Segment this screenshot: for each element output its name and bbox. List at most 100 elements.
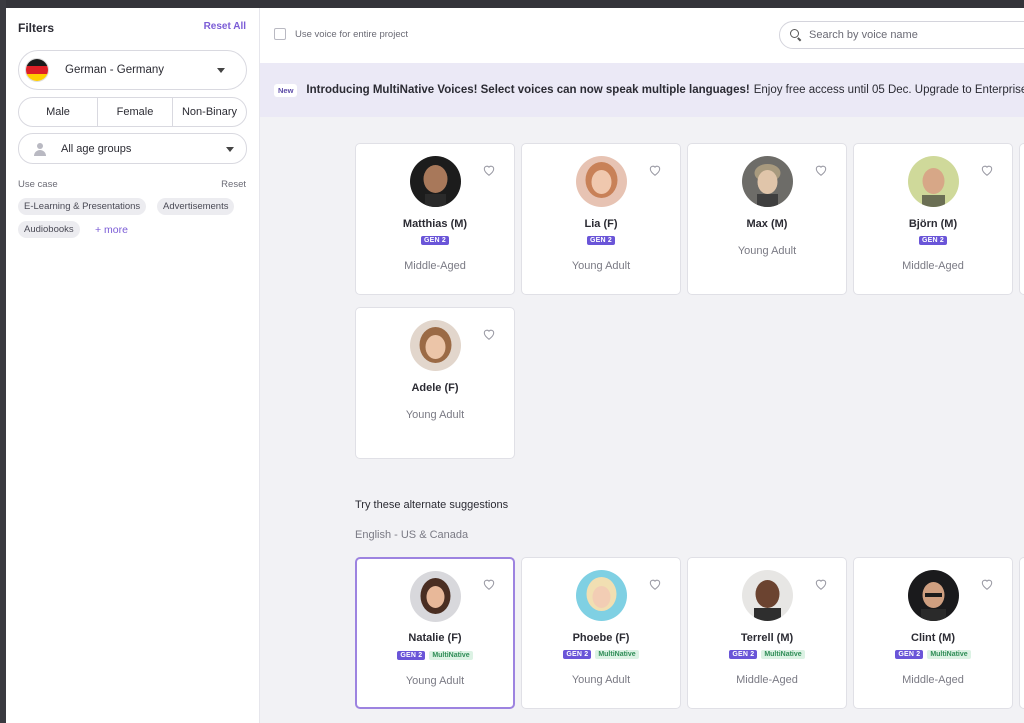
- age-group-label: All age groups: [61, 142, 132, 155]
- voice-card[interactable]: Adele (F) Young Adult: [355, 307, 515, 459]
- heart-icon[interactable]: [814, 163, 828, 177]
- gen2-badge: GEN 2: [918, 236, 947, 245]
- voice-card-partial[interactable]: [1019, 143, 1024, 295]
- gen2-badge: GEN 2: [397, 651, 426, 660]
- gen2-badge: GEN 2: [420, 236, 449, 245]
- voice-name: Phoebe (F): [572, 632, 630, 644]
- voice-badges: GEN 2: [522, 236, 680, 245]
- entire-project-checkbox[interactable]: [274, 28, 286, 40]
- voice-badges: GEN 2 MultiNative: [357, 651, 513, 660]
- voice-age: Young Adult: [405, 409, 465, 421]
- heart-icon[interactable]: [814, 577, 828, 591]
- avatar: [410, 320, 461, 371]
- use-case-chip[interactable]: Audiobooks: [18, 221, 80, 238]
- top-bar: Use voice for entire project: [260, 8, 1024, 63]
- avatar: [410, 571, 461, 622]
- heart-icon[interactable]: [980, 577, 994, 591]
- voice-age: Young Adult: [571, 260, 631, 272]
- voice-name: Matthias (M): [402, 218, 468, 230]
- voice-name: Max (M): [746, 218, 788, 230]
- avatar: [742, 570, 793, 621]
- language-label: German - Germany: [65, 64, 165, 76]
- banner-body: Enjoy free access until 05 Dec. Upgrade …: [753, 84, 1024, 96]
- voice-card[interactable]: Max (M) Young Adult: [687, 143, 847, 295]
- more-use-cases-link[interactable]: + more: [95, 224, 128, 236]
- voice-search-box[interactable]: [779, 21, 1024, 49]
- suggestion-card[interactable]: Natalie (F) GEN 2 MultiNative Young Adul…: [355, 557, 515, 709]
- voice-card[interactable]: Björn (M) GEN 2 Middle-Aged: [853, 143, 1013, 295]
- avatar: [908, 156, 959, 207]
- suggestions-language: English - US & Canada: [355, 529, 469, 541]
- heart-icon[interactable]: [482, 577, 496, 591]
- use-case-reset-button[interactable]: Reset: [221, 179, 246, 190]
- voice-age: Young Adult: [737, 245, 797, 257]
- heart-icon[interactable]: [482, 163, 496, 177]
- voice-name: Björn (M): [908, 218, 958, 230]
- voice-name: Lia (F): [584, 218, 618, 230]
- banner-headline: Introducing MultiNative Voices! Select v…: [306, 84, 750, 96]
- voice-name: Terrell (M): [740, 632, 794, 644]
- search-icon: [790, 29, 802, 41]
- gender-non-binary-button[interactable]: Non-Binary: [173, 98, 246, 126]
- reset-all-button[interactable]: Reset All: [204, 21, 246, 32]
- avatar: [410, 156, 461, 207]
- voice-card[interactable]: Matthias (M) GEN 2 Middle-Aged: [355, 143, 515, 295]
- gender-segmented-control: Male Female Non-Binary: [18, 97, 247, 127]
- entire-project-label: Use voice for entire project: [295, 29, 408, 40]
- voice-badges: GEN 2 MultiNative: [854, 650, 1012, 659]
- voice-age: Young Adult: [405, 675, 465, 687]
- voice-badges: GEN 2 MultiNative: [522, 650, 680, 659]
- caret-down-icon: [226, 147, 234, 152]
- heart-icon[interactable]: [648, 577, 662, 591]
- voice-age: Middle-Aged: [736, 674, 798, 686]
- suggestion-card[interactable]: Terrell (M) GEN 2 MultiNative Middle-Age…: [687, 557, 847, 709]
- window-top-strip: [0, 0, 1024, 8]
- voice-picker-app: Filters Reset All German - Germany Male …: [6, 8, 1024, 723]
- voice-age: Middle-Aged: [902, 674, 964, 686]
- heart-icon[interactable]: [980, 163, 994, 177]
- multinative-badge: MultiNative: [761, 650, 805, 659]
- suggestion-card[interactable]: Phoebe (F) GEN 2 MultiNative Young Adult: [521, 557, 681, 709]
- person-icon: [33, 142, 47, 156]
- multinative-badge: MultiNative: [927, 650, 971, 659]
- voice-search-input[interactable]: [809, 29, 1009, 41]
- main-panel: Use voice for entire project New Introdu…: [260, 8, 1024, 723]
- multinative-badge: MultiNative: [595, 650, 639, 659]
- suggestions-title: Try these alternate suggestions: [355, 499, 509, 511]
- use-case-label: Use case: [18, 179, 58, 190]
- use-case-chip[interactable]: Advertisements: [157, 198, 235, 215]
- use-case-chip[interactable]: E-Learning & Presentations: [18, 198, 147, 215]
- filters-title: Filters: [18, 21, 55, 35]
- gen2-badge: GEN 2: [586, 236, 615, 245]
- suggestion-card-partial[interactable]: [1019, 557, 1024, 709]
- voice-card[interactable]: Lia (F) GEN 2 Young Adult: [521, 143, 681, 295]
- voice-name: Adele (F): [411, 382, 459, 394]
- heart-icon[interactable]: [482, 327, 496, 341]
- gen2-badge: GEN 2: [563, 650, 592, 659]
- suggestion-card[interactable]: Clint (M) GEN 2 MultiNative Middle-Aged: [853, 557, 1013, 709]
- filters-sidebar: Filters Reset All German - Germany Male …: [6, 8, 260, 723]
- gender-male-button[interactable]: Male: [19, 98, 98, 126]
- avatar: [742, 156, 793, 207]
- voice-name: Natalie (F): [408, 632, 462, 644]
- gen2-badge: GEN 2: [895, 650, 924, 659]
- avatar: [908, 570, 959, 621]
- announcement-banner: New Introducing MultiNative Voices! Sele…: [260, 63, 1024, 117]
- voice-badges: GEN 2: [356, 236, 514, 245]
- age-group-select[interactable]: All age groups: [18, 133, 247, 164]
- germany-flag-icon: [25, 58, 49, 82]
- gender-female-button[interactable]: Female: [98, 98, 173, 126]
- caret-down-icon: [217, 68, 225, 73]
- heart-icon[interactable]: [648, 163, 662, 177]
- voice-badges: GEN 2: [854, 236, 1012, 245]
- voice-badges: GEN 2 MultiNative: [688, 650, 846, 659]
- voice-age: Middle-Aged: [404, 260, 466, 272]
- voice-age: Young Adult: [571, 674, 631, 686]
- avatar: [576, 570, 627, 621]
- voice-name: Clint (M): [911, 632, 955, 644]
- multinative-badge: MultiNative: [429, 651, 473, 660]
- gen2-badge: GEN 2: [729, 650, 758, 659]
- language-select[interactable]: German - Germany: [18, 50, 247, 90]
- new-badge: New: [274, 83, 298, 97]
- voice-age: Middle-Aged: [902, 260, 964, 272]
